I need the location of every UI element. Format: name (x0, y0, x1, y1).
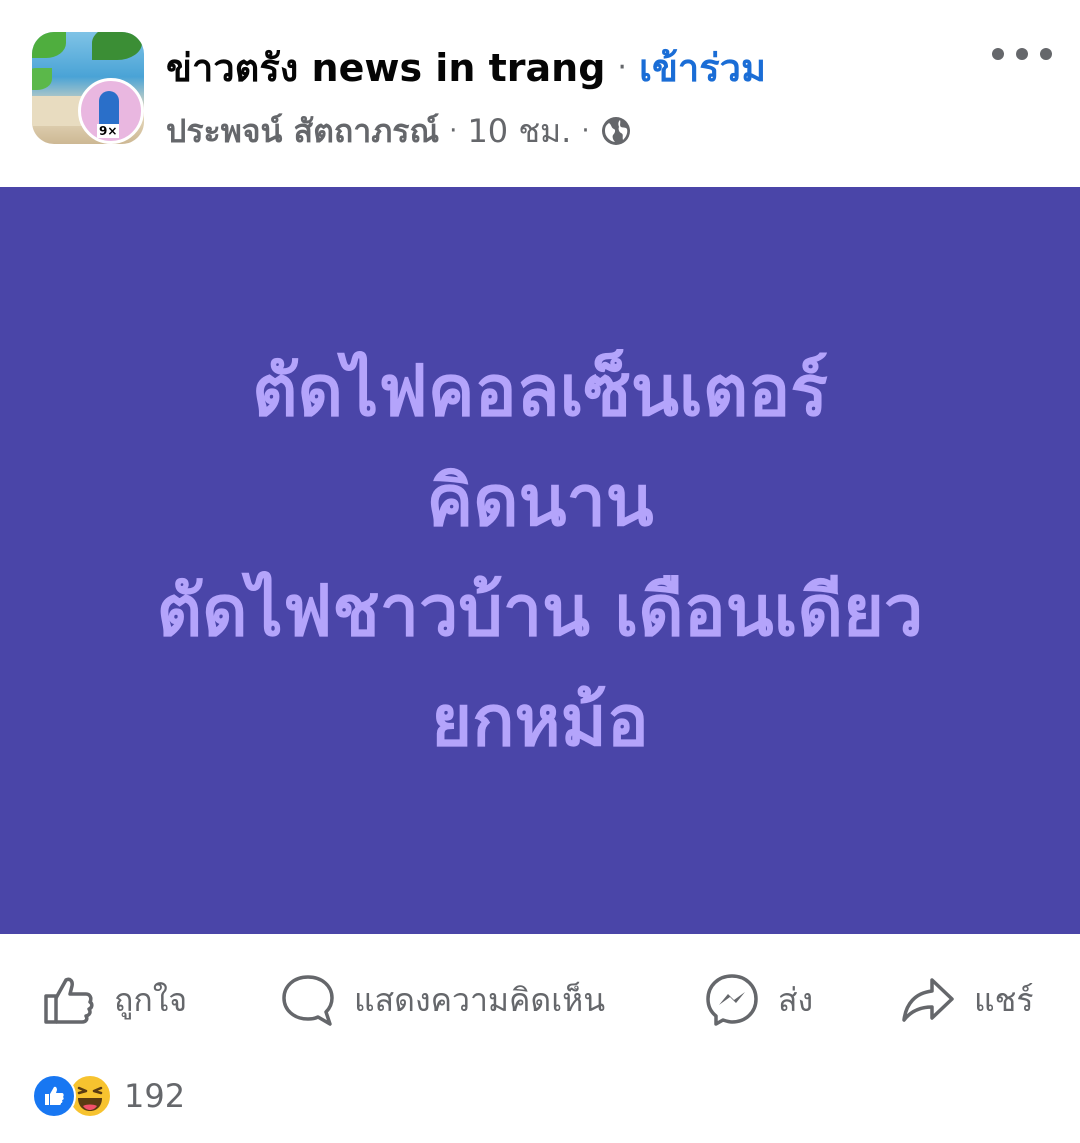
member-avatar-badge: 9× (78, 78, 144, 144)
share-arrow-icon (902, 978, 954, 1022)
post-text-card[interactable]: ตัดไฟคอลเซ็นเตอร์ คิดนาน ตัดไฟชาวบ้าน เด… (0, 187, 1080, 934)
comment-button[interactable]: แสดงความคิดเห็น (280, 970, 605, 1030)
post-text-line: ตัดไฟชาวบ้าน เดือนเดียว (156, 569, 924, 652)
comment-label: แสดงความคิดเห็น (354, 980, 606, 1019)
share-label: แชร์ (974, 980, 1034, 1019)
reaction-count: 192 (124, 1077, 186, 1115)
messenger-icon (706, 974, 758, 1026)
post-actions-bar: ถูกใจ แสดงความคิดเห็น ส่ง แชร์ (0, 934, 1080, 1064)
more-dot-icon (992, 48, 1004, 60)
post-time[interactable]: 10 ชม. (467, 106, 571, 157)
group-avatar[interactable]: 9× (32, 32, 144, 144)
more-dot-icon (1040, 48, 1052, 60)
like-button[interactable]: ถูกใจ (40, 970, 187, 1030)
post-text-line: ยกหม้อ (431, 679, 649, 762)
thumbs-up-icon (44, 977, 94, 1024)
share-button[interactable]: แชร์ (900, 970, 1034, 1030)
post-text-line: คิดนาน (426, 459, 654, 542)
send-button[interactable]: ส่ง (704, 970, 813, 1030)
comment-bubble-icon (282, 975, 334, 1026)
like-label: ถูกใจ (114, 980, 188, 1019)
author-name[interactable]: ประพจน์ สัตถาภรณ์ (166, 106, 439, 157)
more-dot-icon (1016, 48, 1028, 60)
post-text: ตัดไฟคอลเซ็นเตอร์ คิดนาน ตัดไฟชาวบ้าน เด… (40, 336, 1040, 776)
post-meta: ประพจน์ สัตถาภรณ์ · 10 ชม. · (166, 108, 632, 154)
post-text-line: ตัดไฟคอลเซ็นเตอร์ (252, 349, 828, 432)
globe-icon (601, 117, 630, 145)
separator-dot: · (449, 116, 458, 146)
send-label: ส่ง (778, 980, 814, 1019)
like-reaction-icon (32, 1074, 76, 1118)
more-options-button[interactable] (992, 36, 1052, 72)
group-name[interactable]: ข่าวตรัง news in trang (166, 37, 605, 98)
join-group-link[interactable]: เข้าร่วม (639, 37, 766, 98)
reactions-summary[interactable]: 192 (32, 1072, 185, 1120)
separator-dot: · (617, 49, 627, 85)
post-header: 9× ข่าวตรัง news in trang · เข้าร่วม ประ… (0, 0, 1080, 186)
separator-dot: · (581, 116, 590, 146)
